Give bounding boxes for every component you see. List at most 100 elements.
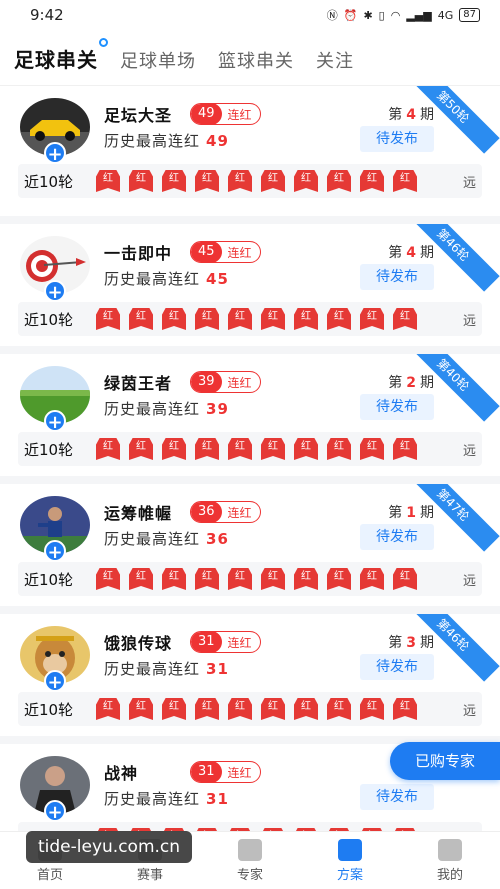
history-best: 历史最高连红 49: [104, 132, 229, 150]
recent-results-row: 近10轮 红红红红红红红红红红 远: [18, 432, 482, 466]
expert-card-header: + 一击即中 45 连红 历史最高连红 45 第4期 待发布 第46轮: [18, 224, 500, 303]
expert-card[interactable]: + 饿狼传球 31 连红 历史最高连红 31 第3期 待发布 第46轮 近10轮 …: [0, 606, 500, 736]
result-pill: 红: [96, 568, 120, 590]
result-pill: 红: [96, 170, 120, 192]
expert-name: 运筹帷幄: [104, 504, 173, 523]
follow-plus-icon[interactable]: +: [44, 800, 66, 823]
result-pill: 红: [96, 698, 120, 720]
period-label: 第3期: [388, 635, 434, 651]
pending-publish-button[interactable]: 待发布: [360, 126, 434, 152]
result-pill: 红: [129, 170, 153, 192]
purchased-experts-button[interactable]: 已购专家: [390, 742, 500, 780]
streak-count: 39: [191, 372, 222, 392]
status-bar: 9:42 Ⓝ ⏰ ✱ ▯ ◠ ▂▄▆ 4G 87: [0, 0, 500, 30]
recent-label: 近10轮: [24, 570, 74, 589]
result-pill: 红: [162, 568, 186, 590]
nav-label: 方案: [336, 867, 363, 883]
result-pills: 红红红红红红红红红红: [96, 308, 452, 330]
result-pill: 红: [228, 698, 252, 720]
result-pill: 红: [261, 568, 285, 590]
period-number: 4: [406, 245, 416, 261]
streak-label: 连红: [227, 765, 252, 780]
result-pill: 红: [228, 170, 252, 192]
result-pill: 红: [327, 568, 351, 590]
nav-label: 赛事: [136, 867, 163, 883]
expert-icon: [238, 838, 262, 861]
recent-results-row: 近10轮 红红红红红红红红红红 远: [18, 692, 482, 726]
expert-card[interactable]: + 绿茵王者 39 连红 历史最高连红 39 第2期 待发布 第40轮 近10轮 …: [0, 346, 500, 476]
result-pill: 红: [393, 698, 417, 720]
streak-label: 连红: [227, 107, 252, 122]
result-pill: 红: [129, 438, 153, 460]
nfc-icon: Ⓝ: [326, 9, 338, 22]
expert-card[interactable]: + 一击即中 45 连红 历史最高连红 45 第4期 待发布 第46轮 近10轮 …: [0, 216, 500, 346]
avatar[interactable]: +: [20, 626, 90, 693]
pending-publish-button[interactable]: 待发布: [360, 264, 434, 290]
tab-football-single[interactable]: 足球单场: [120, 47, 196, 73]
result-pill: 红: [393, 308, 417, 330]
history-best: 历史最高连红 31: [104, 790, 229, 808]
streak-label: 连红: [227, 375, 252, 390]
network-type: 4G: [437, 8, 454, 22]
avatar[interactable]: +: [20, 496, 90, 563]
bluetooth-icon: ✱: [363, 8, 373, 22]
tab-follow[interactable]: 关注: [316, 47, 354, 73]
result-pill: 红: [129, 308, 153, 330]
period-number: 2: [406, 375, 416, 391]
result-pill: 红: [393, 170, 417, 192]
nav-label: 首页: [36, 867, 63, 883]
result-pill: 红: [393, 568, 417, 590]
result-pill: 红: [393, 438, 417, 460]
expert-card-header: + 绿茵王者 39 连红 历史最高连红 39 第2期 待发布 第40轮: [18, 354, 500, 433]
follow-plus-icon[interactable]: +: [44, 410, 66, 433]
alarm-icon: ⏰: [343, 8, 358, 22]
nav-item-profile[interactable]: 我的: [400, 832, 500, 889]
pending-publish-button[interactable]: 待发布: [360, 524, 434, 550]
avatar[interactable]: +: [20, 98, 90, 165]
streak-label: 连红: [227, 245, 252, 260]
result-pill: 红: [294, 568, 318, 590]
pending-publish-button[interactable]: 待发布: [360, 654, 434, 680]
nav-item-expert[interactable]: 专家: [200, 832, 300, 889]
pending-publish-button[interactable]: 待发布: [360, 784, 434, 810]
tab-basketball-parlay[interactable]: 篮球串关: [218, 47, 294, 73]
streak-count: 31: [191, 762, 222, 782]
follow-plus-icon[interactable]: +: [44, 540, 66, 563]
result-pill: 红: [129, 698, 153, 720]
period-label: 第1期: [388, 505, 434, 521]
expert-card[interactable]: + 足坛大圣 49 连红 历史最高连红 49 第4期 待发布 第50轮 近10轮 …: [0, 86, 500, 216]
expert-card[interactable]: + 运筹帷幄 36 连红 历史最高连红 36 第1期 待发布 第47轮 近10轮 …: [0, 476, 500, 606]
follow-plus-icon[interactable]: +: [44, 280, 66, 303]
battery-icon: 87: [459, 8, 480, 22]
follow-plus-icon[interactable]: +: [44, 142, 66, 165]
nav-item-plan[interactable]: 方案: [300, 832, 400, 889]
history-best-value: 31: [206, 660, 229, 678]
expert-name: 饿狼传球: [104, 634, 173, 653]
tab-football-parlay[interactable]: 足球串关: [14, 38, 108, 73]
history-best-value: 45: [206, 270, 229, 288]
result-pill: 红: [228, 308, 252, 330]
expert-card-header: + 足坛大圣 49 连红 历史最高连红 49 第4期 待发布 第50轮: [18, 86, 500, 165]
history-best: 历史最高连红 36: [104, 530, 229, 548]
signal-icon: ▂▄▆: [406, 8, 432, 22]
streak-count: 31: [191, 632, 222, 652]
far-label: 远: [462, 443, 476, 459]
streak-label: 连红: [227, 505, 252, 520]
expert-name: 一击即中: [104, 244, 173, 263]
streak-count: 49: [191, 104, 222, 124]
avatar[interactable]: +: [20, 236, 90, 303]
tab-active-dot: [99, 38, 108, 47]
history-best: 历史最高连红 39: [104, 400, 229, 418]
result-pill: 红: [294, 698, 318, 720]
result-pill: 红: [327, 698, 351, 720]
streak-badge: 39 连红: [190, 371, 261, 393]
follow-plus-icon[interactable]: +: [44, 670, 66, 693]
avatar[interactable]: +: [20, 756, 90, 823]
wifi-icon: ◠: [390, 8, 401, 22]
pending-publish-button[interactable]: 待发布: [360, 394, 434, 420]
streak-count: 45: [191, 242, 222, 262]
avatar[interactable]: +: [20, 366, 90, 433]
far-label: 远: [462, 573, 476, 589]
far-label: 远: [462, 175, 476, 191]
result-pill: 红: [195, 698, 219, 720]
